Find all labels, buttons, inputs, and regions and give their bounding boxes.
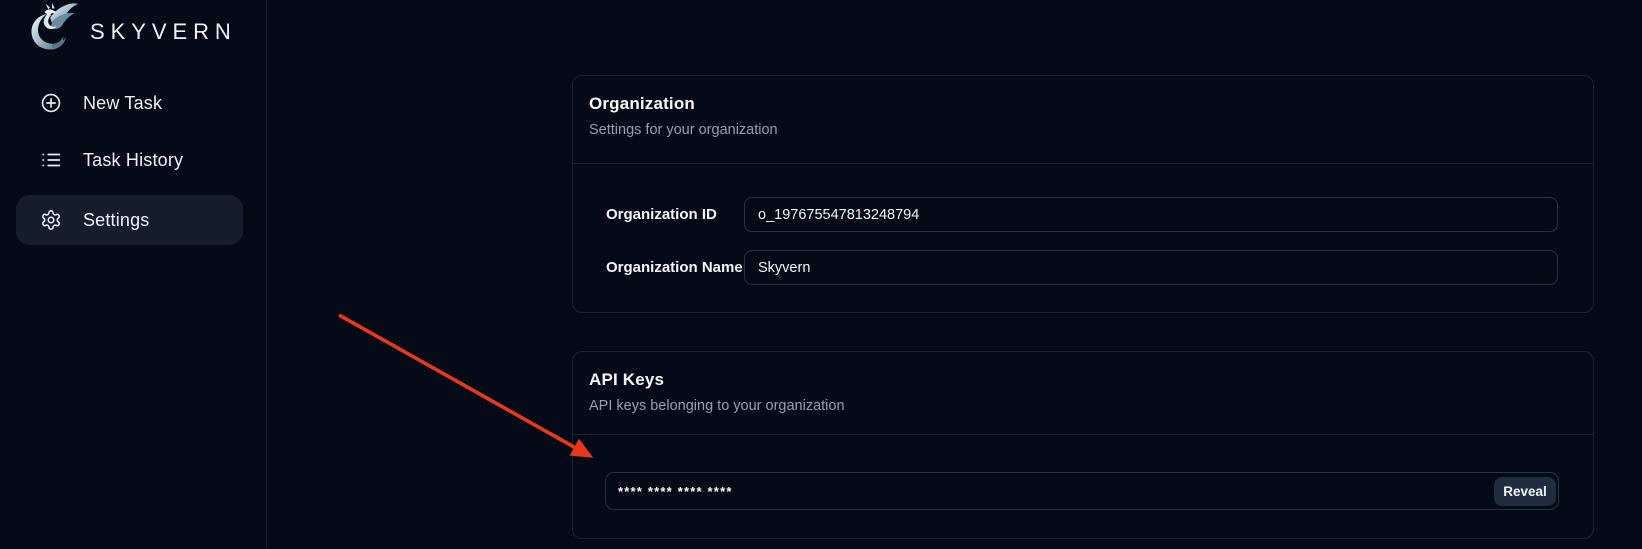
arrow-line <box>339 315 590 456</box>
api-keys-card: API Keys API keys belonging to your orga… <box>572 351 1594 539</box>
organization-name-label: Organization Name <box>606 259 744 276</box>
organization-name-input[interactable] <box>744 250 1558 285</box>
brand-logo: SKYVERN <box>24 1 237 62</box>
dragon-logo-icon <box>24 1 80 62</box>
sidebar-item-new-task[interactable]: New Task <box>16 78 243 128</box>
card-title: Organization <box>589 94 1577 114</box>
sidebar-item-settings[interactable]: Settings <box>16 195 243 245</box>
api-key-input[interactable] <box>605 472 1559 510</box>
list-icon <box>40 149 62 171</box>
organization-name-row: Organization Name <box>606 250 1558 285</box>
sidebar-item-label: Settings <box>83 210 149 231</box>
api-key-row: Reveal <box>605 472 1559 510</box>
sidebar-item-label: New Task <box>83 93 162 114</box>
organization-card-header: Organization Settings for your organizat… <box>573 76 1593 164</box>
sidebar-item-task-history[interactable]: Task History <box>16 135 243 185</box>
organization-card: Organization Settings for your organizat… <box>572 75 1594 313</box>
brand-name: SKYVERN <box>90 19 237 45</box>
card-subtitle: Settings for your organization <box>589 122 1577 138</box>
api-keys-card-header: API Keys API keys belonging to your orga… <box>573 352 1593 435</box>
sidebar-item-label: Task History <box>83 150 183 171</box>
reveal-button[interactable]: Reveal <box>1494 477 1556 506</box>
card-title: API Keys <box>589 370 1577 390</box>
organization-id-row: Organization ID <box>606 197 1558 232</box>
sidebar: SKYVERN New Task Task History <box>0 0 267 549</box>
organization-id-input[interactable] <box>744 197 1558 232</box>
card-subtitle: API keys belonging to your organization <box>589 398 1577 414</box>
gear-icon <box>40 209 62 231</box>
organization-id-label: Organization ID <box>606 206 744 223</box>
circle-plus-icon <box>40 92 62 114</box>
